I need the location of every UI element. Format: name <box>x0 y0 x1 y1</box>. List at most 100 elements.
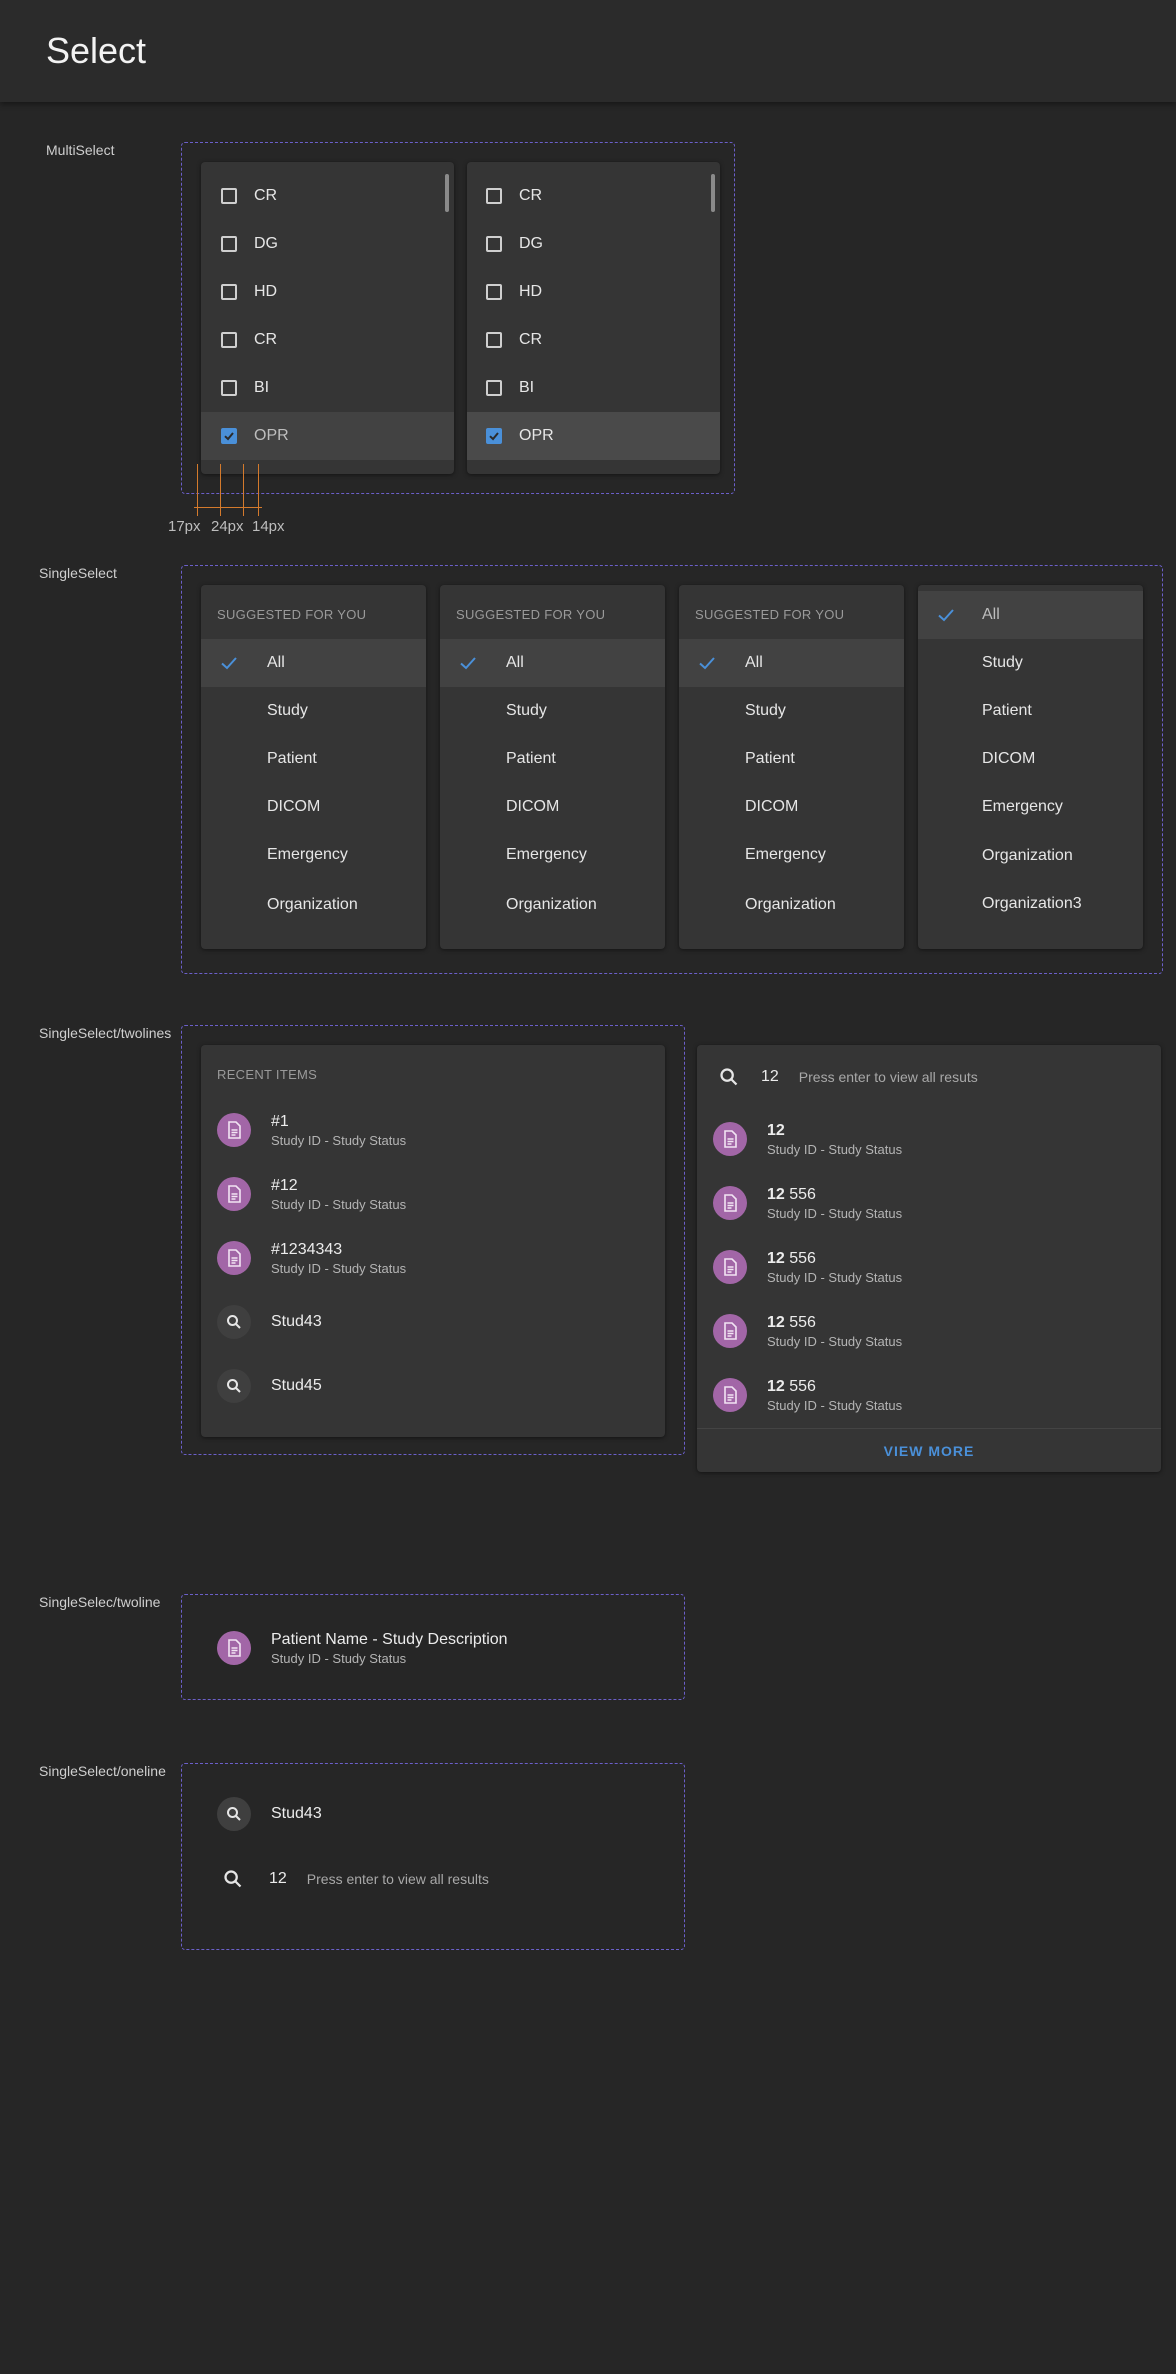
recent-items-panel: RECENT ITEMS #1 Study ID - Study Status #… <box>201 1045 665 1437</box>
option-item[interactable]: DICOM <box>440 783 665 831</box>
measure-guide <box>197 464 198 516</box>
recent-item-title: #1234343 <box>271 1240 343 1258</box>
document-icon <box>217 1631 251 1665</box>
result-subtitle: Study ID - Study Status <box>767 1141 903 1157</box>
recent-item-text: #1 Study ID - Study Status <box>271 1113 406 1148</box>
option-item[interactable]: Patient <box>679 735 904 783</box>
option-label: OPR <box>519 427 554 444</box>
option-item[interactable]: Study <box>679 687 904 735</box>
oneline-item-label: Stud43 <box>271 1805 322 1822</box>
result-item[interactable]: 12 556 Study ID - Study Status <box>697 1363 1161 1427</box>
recent-item[interactable]: #1 Study ID - Study Status <box>201 1098 665 1162</box>
checkbox-icon[interactable] <box>221 236 237 252</box>
option-item[interactable]: Study <box>201 687 426 735</box>
option-item-selected[interactable]: All <box>918 591 1143 639</box>
recent-item-title: #1 <box>271 1112 289 1130</box>
option-item[interactable]: Emergency <box>440 831 665 879</box>
option-item[interactable]: Organization <box>918 832 1143 880</box>
option-item-selected[interactable]: All <box>201 639 426 687</box>
option-item[interactable]: Organization <box>679 881 904 929</box>
check-icon <box>460 657 476 670</box>
result-item-text: 12 Study ID - Study Status <box>767 1122 902 1157</box>
option-item[interactable]: CR <box>467 316 720 364</box>
checkbox-icon[interactable] <box>486 236 502 252</box>
result-rest: 556 <box>784 1313 816 1331</box>
option-item-selected[interactable]: All <box>440 639 665 687</box>
option-label: Emergency <box>982 798 1063 815</box>
checkbox-icon[interactable] <box>486 380 502 396</box>
result-item[interactable]: 12 Study ID - Study Status <box>697 1107 1161 1171</box>
search-results-panel: 12 Press enter to view all resuts 12 Stud… <box>697 1045 1161 1472</box>
checkbox-icon[interactable] <box>221 332 237 348</box>
option-label: CR <box>254 187 278 204</box>
recent-search[interactable]: Stud45 <box>201 1354 665 1418</box>
option-item[interactable]: Emergency <box>918 783 1143 831</box>
option-item[interactable]: DICOM <box>918 735 1143 783</box>
oneline-query: 12 <box>269 1870 287 1887</box>
checkbox-icon[interactable] <box>221 284 237 300</box>
twoline-item-text: Patient Name - Study Description Study ID… <box>271 1631 508 1666</box>
recent-item[interactable]: #1234343 Study ID - Study Status <box>201 1226 665 1290</box>
option-item-selected[interactable]: All <box>679 639 904 687</box>
recent-search-label: Stud43 <box>271 1313 322 1330</box>
document-icon <box>713 1186 747 1220</box>
option-item[interactable]: HD <box>467 268 720 316</box>
checkbox-checked-icon[interactable] <box>221 428 237 444</box>
option-label: Study <box>745 702 786 719</box>
search-hint: Press enter to view all resuts <box>798 1069 978 1085</box>
option-item[interactable]: HD <box>201 268 454 316</box>
checkbox-icon[interactable] <box>486 188 502 204</box>
option-item[interactable]: BI <box>201 364 454 412</box>
search-query-row[interactable]: 12 Press enter to view all resuts <box>697 1045 1161 1109</box>
result-match: 12 <box>767 1185 785 1203</box>
recent-item[interactable]: #12 Study ID - Study Status <box>201 1162 665 1226</box>
option-item[interactable]: Organization <box>440 881 665 929</box>
option-item-selected[interactable]: OPR <box>467 412 720 460</box>
result-item[interactable]: 12 556 Study ID - Study Status <box>697 1235 1161 1299</box>
option-item[interactable]: CR <box>467 172 720 220</box>
checkbox-icon[interactable] <box>486 284 502 300</box>
option-item[interactable]: Emergency <box>201 831 426 879</box>
option-item[interactable]: Emergency <box>679 831 904 879</box>
option-item[interactable]: DICOM <box>201 783 426 831</box>
option-item[interactable]: BI <box>467 364 720 412</box>
option-label: DICOM <box>506 798 560 815</box>
option-label: Study <box>982 654 1023 671</box>
option-item[interactable]: CR <box>201 316 454 364</box>
checkbox-checked-icon[interactable] <box>486 428 502 444</box>
twoline-item[interactable]: Patient Name - Study Description Study ID… <box>181 1616 685 1680</box>
oneline-query-row[interactable]: 12 Press enter to view all results <box>181 1847 685 1911</box>
option-label: OPR <box>254 427 289 444</box>
option-item[interactable]: CR <box>201 172 454 220</box>
option-item[interactable]: Study <box>440 687 665 735</box>
document-icon <box>713 1122 747 1156</box>
option-item[interactable]: Patient <box>201 735 426 783</box>
singleselect-panel-1: SUGGESTED FOR YOU All Study Patient DICO… <box>201 585 426 949</box>
option-item[interactable]: DG <box>467 220 720 268</box>
option-item[interactable]: Organization3 <box>918 880 1143 928</box>
result-match: 12 <box>767 1313 785 1331</box>
option-item[interactable]: Organization <box>201 881 426 929</box>
checkbox-icon[interactable] <box>221 188 237 204</box>
checkbox-icon[interactable] <box>221 380 237 396</box>
search-icon <box>217 1305 251 1339</box>
search-icon <box>217 1797 251 1831</box>
checkbox-icon[interactable] <box>486 332 502 348</box>
result-subtitle: Study ID - Study Status <box>767 1333 903 1349</box>
option-item[interactable]: Patient <box>918 687 1143 735</box>
result-match: 12 <box>767 1121 785 1139</box>
result-subtitle: Study ID - Study Status <box>767 1205 903 1221</box>
check-icon <box>938 609 954 622</box>
result-item[interactable]: 12 556 Study ID - Study Status <box>697 1171 1161 1235</box>
subheader: SUGGESTED FOR YOU <box>456 607 606 622</box>
option-item-selected[interactable]: OPR <box>201 412 454 460</box>
oneline-item[interactable]: Stud43 <box>181 1782 685 1846</box>
option-item[interactable]: Study <box>918 639 1143 687</box>
result-item[interactable]: 12 556 Study ID - Study Status <box>697 1299 1161 1363</box>
option-item[interactable]: DG <box>201 220 454 268</box>
view-more-button[interactable]: VIEW MORE <box>697 1428 1161 1472</box>
option-item[interactable]: Patient <box>440 735 665 783</box>
option-label: Emergency <box>745 846 826 863</box>
recent-search[interactable]: Stud43 <box>201 1290 665 1354</box>
option-item[interactable]: DICOM <box>679 783 904 831</box>
